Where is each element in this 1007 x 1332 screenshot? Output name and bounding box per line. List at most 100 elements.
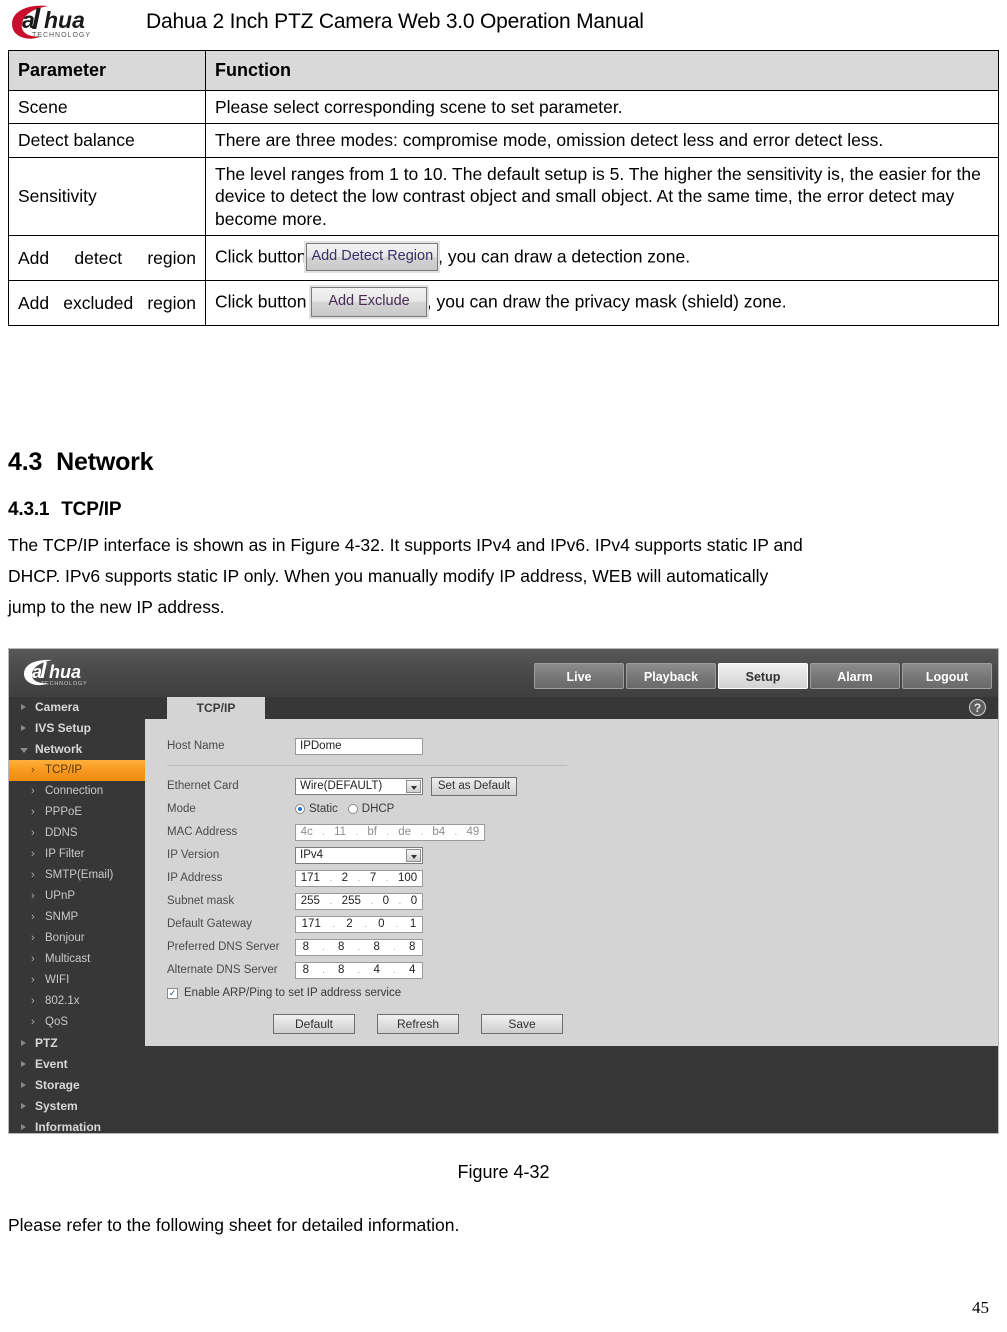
sidebar-group-information[interactable]: Information — [9, 1117, 145, 1133]
default-button[interactable]: Default — [273, 1014, 355, 1034]
refresh-button[interactable]: Refresh — [377, 1014, 459, 1034]
sidebar-group-camera[interactable]: Camera — [9, 697, 145, 718]
sidebar-item-snmp[interactable]: › SNMP — [9, 907, 145, 928]
separator-dot: . — [322, 964, 325, 976]
separator-dot: . — [322, 826, 325, 838]
separator-dot: . — [420, 826, 424, 838]
subnet-octet-3: 0 — [382, 895, 390, 907]
field-mode: Mode Static DHCP — [167, 798, 394, 820]
param-desc-scene: Please select corresponding scene to set… — [205, 90, 999, 125]
subnet-octet-2: 255 — [341, 895, 361, 907]
manual-title: Dahua 2 Inch PTZ Camera Web 3.0 Operatio… — [146, 10, 644, 33]
param-name-scene: Scene — [8, 90, 206, 125]
ethernet-card-select[interactable]: Wire(DEFAULT) — [295, 777, 423, 795]
chevron-down-icon[interactable] — [406, 779, 421, 793]
alt-dns-octet-3: 4 — [373, 964, 380, 976]
separator-dot: . — [370, 895, 374, 907]
default-gateway-label: Default Gateway — [167, 918, 253, 930]
radio-dhcp[interactable] — [347, 804, 358, 814]
sidebar-item-bonjour[interactable]: › Bonjour — [9, 928, 145, 949]
chevron-right-icon: › — [31, 911, 35, 923]
ip-octet-1: 171 — [300, 872, 320, 884]
subsection-number: 4.3.1 — [8, 499, 50, 520]
sidebar-item-connection[interactable]: › Connection — [9, 781, 145, 802]
tab-tcpip[interactable]: TCP/IP — [167, 697, 265, 719]
nav-tab-logout[interactable]: Logout — [902, 663, 992, 689]
svg-text:hua: hua — [49, 662, 81, 682]
field-alternate-dns: Alternate DNS Server 8. 8. 4. 4 — [167, 959, 423, 981]
sidebar-item-smtp-email[interactable]: › SMTP(Email) — [9, 865, 145, 886]
sidebar-group-ivs-setup[interactable]: IVS Setup — [9, 718, 145, 739]
subnet-mask-input[interactable]: 255. 255. 0. 0 — [295, 892, 423, 910]
triangle-down-icon — [20, 748, 28, 753]
mode-radio-group: Static DHCP — [295, 803, 394, 815]
arp-ping-label: Enable ARP/Ping to set IP address servic… — [184, 987, 402, 999]
nav-tab-playback[interactable]: Playback — [626, 663, 716, 689]
preferred-dns-input[interactable]: 8. 8. 8. 8 — [295, 938, 423, 956]
chevron-right-icon: › — [31, 827, 35, 839]
table-row: Sensitivity The level ranges from 1 to 1… — [8, 156, 999, 236]
nav-tab-live[interactable]: Live — [534, 663, 624, 689]
subnet-mask-label: Subnet mask — [167, 895, 235, 907]
help-icon[interactable]: ? — [969, 699, 986, 716]
sidebar-item-tcpip[interactable]: › TCP/IP — [9, 760, 145, 781]
radio-static[interactable] — [295, 804, 305, 814]
triangle-right-icon — [21, 725, 26, 731]
table-row: Add detect region Click button Add Detect… — [8, 234, 999, 281]
ip-version-select[interactable]: IPv4 — [295, 846, 423, 864]
triangle-right-icon — [21, 704, 26, 710]
alternate-dns-input[interactable]: 8. 8. 4. 4 — [295, 961, 423, 979]
ethernet-card-value: Wire(DEFAULT) — [300, 779, 383, 792]
sidebar-item-ddns[interactable]: › DDNS — [9, 823, 145, 844]
sidebar-group-ptz[interactable]: PTZ — [9, 1033, 145, 1054]
sidebar-item-upnp[interactable]: › UPnP — [9, 886, 145, 907]
separator-dot: . — [386, 826, 389, 838]
sidebar-group-event[interactable]: Event — [9, 1054, 145, 1075]
section-heading-tcpip: 4.3.1 TCP/IP — [8, 499, 121, 521]
nav-tab-alarm[interactable]: Alarm — [810, 663, 900, 689]
chevron-right-icon: › — [31, 953, 35, 965]
sidebar-group-network[interactable]: Network — [9, 739, 145, 760]
set-as-default-button[interactable]: Set as Default — [431, 776, 517, 796]
svg-text:hua: hua — [44, 7, 85, 33]
sidebar-item-label: SMTP(Email) — [45, 869, 114, 881]
param-name-detect-balance: Detect balance — [8, 123, 206, 158]
content-tab-strip: TCP/IP ? — [145, 697, 998, 719]
sidebar-group-label: Storage — [35, 1078, 80, 1092]
sidebar-item-wifi[interactable]: › WIFI — [9, 970, 145, 991]
sidebar-item-ip-filter[interactable]: › IP Filter — [9, 844, 145, 865]
sidebar-item-multicast[interactable]: › Multicast — [9, 949, 145, 970]
radio-dhcp-label: DHCP — [361, 803, 395, 815]
radio-static-label: Static — [309, 803, 338, 815]
ip-address-input[interactable]: 171. 2. 7. 100 — [295, 869, 423, 887]
ip-address-label: IP Address — [167, 872, 223, 884]
save-button[interactable]: Save — [481, 1014, 563, 1034]
sidebar-group-storage[interactable]: Storage — [9, 1075, 145, 1096]
param-name-add-excluded-region: Add excluded region — [8, 279, 206, 326]
sidebar-item-label: QoS — [45, 1016, 69, 1028]
host-name-input[interactable]: IPDome — [295, 737, 423, 755]
pref-dns-octet-2: 8 — [338, 941, 345, 953]
chevron-right-icon: › — [31, 974, 35, 986]
add-exclude-button[interactable]: Add Exclude — [311, 287, 427, 317]
sidebar-item-label: WIFI — [45, 974, 70, 986]
webui-sidebar: Camera IVS Setup Network › TCP/IP › Connec… — [9, 697, 145, 1133]
sidebar-item-pppoe[interactable]: › PPPoE — [9, 802, 145, 823]
table-row: Detect balance There are three modes: co… — [8, 123, 999, 158]
host-name-label: Host Name — [167, 740, 225, 752]
default-gateway-input[interactable]: 171. 2. 0. 1 — [295, 915, 423, 933]
chevron-right-icon: › — [31, 785, 35, 797]
separator-dot: . — [393, 941, 396, 953]
arp-ping-checkbox[interactable]: ✓ — [167, 987, 178, 999]
sidebar-item-8021x[interactable]: › 802.1x — [9, 991, 145, 1012]
subnet-octet-1: 255 — [300, 895, 320, 907]
svg-text:a: a — [32, 662, 42, 682]
chevron-down-icon[interactable] — [406, 848, 421, 862]
section-number: 4.3 — [8, 448, 43, 476]
sidebar-item-qos[interactable]: › QoS — [9, 1012, 145, 1033]
nav-tab-setup[interactable]: Setup — [718, 663, 808, 689]
sidebar-group-system[interactable]: System — [9, 1096, 145, 1117]
sidebar-group-label: System — [35, 1099, 78, 1113]
add-detect-region-button[interactable]: Add Detect Region — [306, 243, 439, 271]
page-header: a hua TECHNOLOGY Dahua 2 Inch PTZ Camera… — [0, 0, 1007, 48]
